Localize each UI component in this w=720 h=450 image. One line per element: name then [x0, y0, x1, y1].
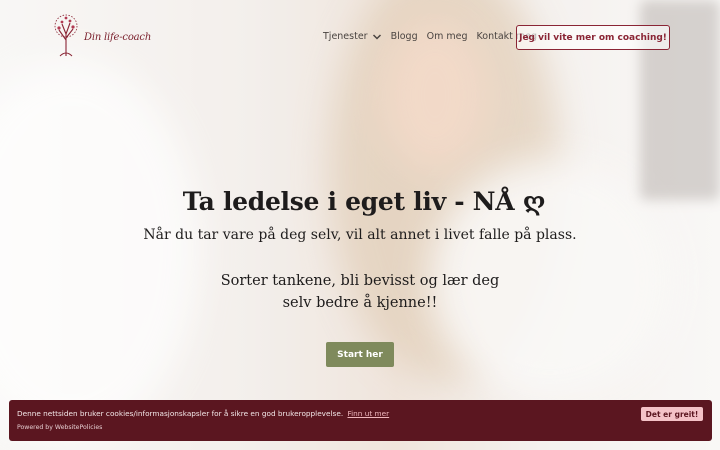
- main-nav: Tjenester Blogg Om meg Kontakt meg: [323, 31, 546, 42]
- nav-item-label: Om meg: [426, 31, 468, 42]
- nav-item-label: Blogg: [390, 31, 418, 42]
- start-here-button[interactable]: Start her: [326, 342, 394, 367]
- cookie-powered-by[interactable]: Powered by WebsitePolicies: [17, 424, 102, 431]
- cookie-message: Denne nettsiden bruker cookies/informasj…: [17, 409, 389, 418]
- cookie-learn-more-link[interactable]: Finn ut mer: [347, 409, 389, 418]
- cookie-accept-button[interactable]: Det er greit!: [641, 407, 703, 421]
- site-logo[interactable]: Din life-coach: [50, 12, 152, 60]
- cookie-text: Denne nettsiden bruker cookies/informasj…: [17, 409, 344, 418]
- hero-headline: Ta ledelse i eget liv - NÅ ღ: [182, 187, 546, 216]
- nav-item-blogg[interactable]: Blogg: [391, 31, 418, 42]
- hero-subline: Når du tar vare på deg selv, vil alt ann…: [143, 227, 577, 243]
- nav-item-om-meg[interactable]: Om meg: [427, 31, 468, 42]
- hero-background: [0, 0, 720, 450]
- nav-item-label: Tjenester: [323, 31, 368, 42]
- cookie-banner: Denne nettsiden bruker cookies/informasj…: [9, 400, 712, 441]
- tree-logo-icon: [54, 14, 78, 57]
- hero-body: Sorter tankene, bli bevisst og lær deg s…: [0, 270, 720, 314]
- chevron-down-icon: [372, 33, 381, 40]
- hero-body-line: Sorter tankene, bli bevisst og lær deg: [220, 273, 500, 289]
- coaching-cta-button[interactable]: Jeg vil vite mer om coaching!: [516, 25, 670, 50]
- hero-body-line: selv bedre å kjenne!!: [282, 295, 438, 311]
- nav-item-tjenester[interactable]: Tjenester: [323, 31, 382, 42]
- logo-text: Din life-coach: [84, 32, 152, 43]
- hero-overlay: [0, 0, 720, 450]
